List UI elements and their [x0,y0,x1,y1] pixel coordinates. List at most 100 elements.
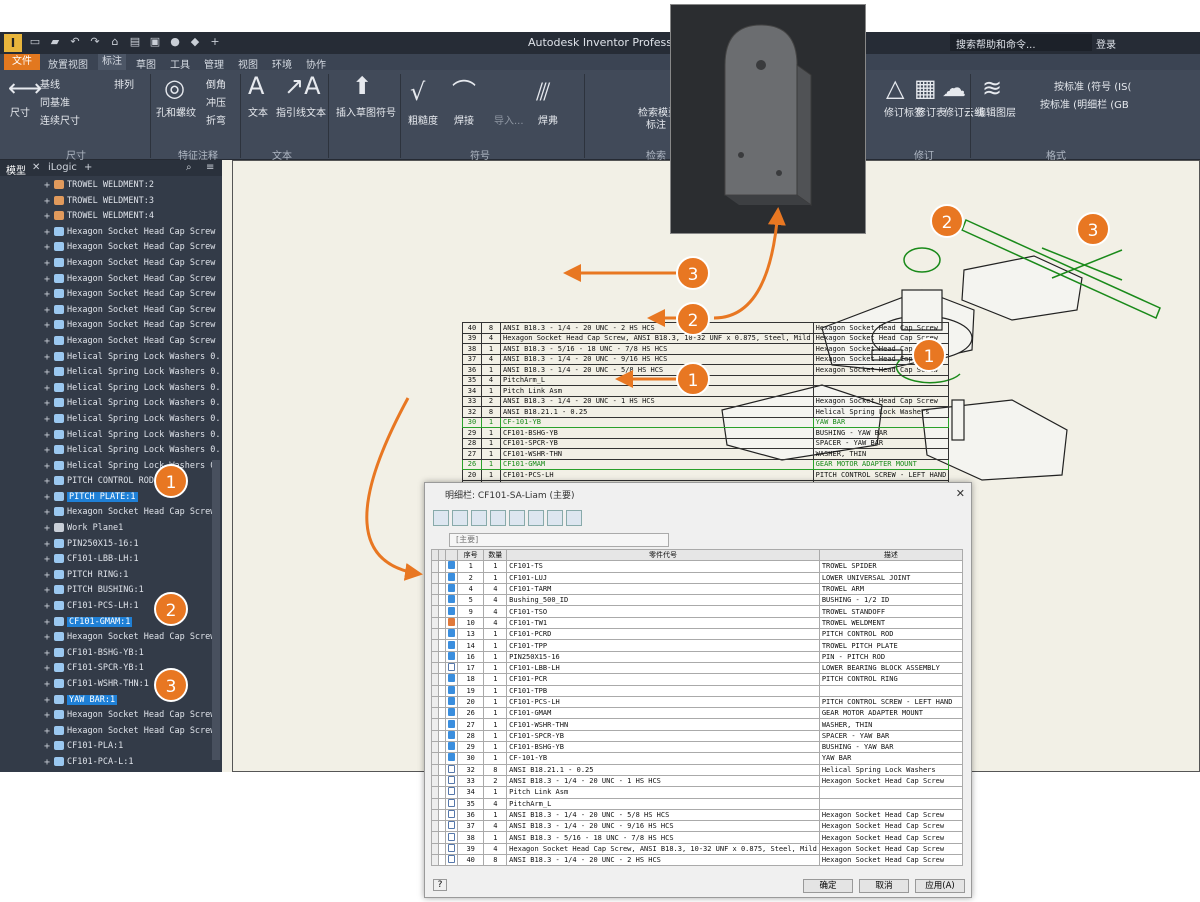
row-selector[interactable] [431,774,439,788]
hole-thread-icon[interactable]: ◎ [164,76,185,100]
grid-row[interactable]: 14 1 CF101-TPP TROWEL PITCH PLATE [431,639,964,652]
tab-tools[interactable]: 工具 [170,56,190,71]
tree-item[interactable]: + Hexagon Socket Head Cap Screw [0,505,215,521]
grid-cell[interactable]: 19 [456,684,485,697]
grid-cell[interactable]: CF101-PCS-LH [506,695,820,709]
expand-icon[interactable]: + [44,303,50,319]
tab-model[interactable]: 模型 [6,162,26,177]
inventor-logo-icon[interactable]: I [4,34,22,52]
row-selector[interactable] [431,605,439,618]
row-selector[interactable] [431,684,439,697]
expand-icon[interactable]: + [44,755,50,771]
grid-cell[interactable]: PitchArm_L [506,797,820,810]
grid-cell[interactable]: 9 [456,605,485,618]
row-selector[interactable] [431,582,439,596]
grid-header-cell[interactable] [437,548,446,562]
expand-icon[interactable]: + [44,178,50,194]
row-selector[interactable] [431,752,439,765]
weld-icon[interactable]: ⌒ [452,80,476,104]
ordinate-button[interactable]: 同基准 [40,94,70,109]
grid-cell[interactable]: PIN - PITCH ROD [818,650,964,663]
tree-item[interactable]: + Hexagon Socket Head Cap Screw [0,225,215,241]
grid-header-cell[interactable]: 序号 [456,548,485,562]
grid-cell[interactable]: 10 [456,616,485,630]
grid-row[interactable]: 13 1 CF101-PCRD PITCH CONTROL ROD [431,628,964,641]
revision-cloud-icon[interactable]: ☁ [942,76,966,100]
chamfer-button[interactable]: 倒角 [206,76,226,91]
grid-row[interactable]: 16 1 PIN250X15-16 PIN - PITCH ROD [431,650,964,663]
expand-icon[interactable]: + [44,630,50,646]
grid-cell[interactable]: Hexagon Socket Head Cap Screw, ANSI B18.… [506,842,820,856]
appearance-icon[interactable]: ◆ [188,35,202,49]
tree-item[interactable]: + Helical Spring Lock Washers 0. [0,365,221,381]
revision-table-button[interactable]: 修订表 [916,104,946,119]
chain-dimension-button[interactable]: 连续尺寸 [40,112,80,127]
import-button[interactable]: 导入... [494,112,524,127]
grid-row[interactable]: 34 1 Pitch Link Asm [431,786,964,799]
grid-cell[interactable]: 4 [483,616,508,630]
expand-icon[interactable]: + [44,661,50,677]
grid-cell[interactable]: TROWEL PITCH PLATE [818,639,964,652]
tree-item[interactable]: + Helical Spring Lock Washers 0. [0,350,221,366]
grid-cell[interactable]: 36 [456,808,485,822]
grid-cell[interactable]: GEAR MOTOR ADAPTER MOUNT [818,707,964,720]
grid-cell[interactable]: ANSI B18.3 - 5/16 - 18 UNC - 7/8 HS HCS [506,831,820,844]
caterpillar-icon[interactable]: ⫻ [536,80,550,104]
insert-sketch-symbol-button[interactable]: 插入草图符号 [336,104,396,119]
grid-cell[interactable]: 29 [456,741,485,754]
expand-icon[interactable]: + [44,287,50,303]
grid-cell[interactable]: 1 [483,571,508,584]
menu-icon[interactable]: ≡ [206,162,214,173]
grid-cell[interactable]: 32 [456,763,485,776]
grid-cell[interactable]: LOWER BEARING BLOCK ASSEMBLY [818,661,964,675]
grid-cell[interactable]: 1 [483,808,508,822]
grid-cell[interactable]: 4 [483,582,508,596]
grid-cell[interactable]: 2 [483,774,508,788]
row-selector[interactable] [431,808,439,822]
tree-item[interactable]: + TROWEL WELDMENT:2 [0,178,210,194]
grid-row[interactable]: 19 1 CF101-TPB [431,684,964,697]
grid-cell[interactable]: ANSI B18.3 - 1/4 - 20 UNC - 1 HS HCS [506,774,820,788]
text-icon[interactable]: A [248,74,264,98]
tree-item[interactable]: + Hexagon Socket Head Cap Screw [0,630,215,646]
grid-cell[interactable]: 4 [483,820,508,833]
row-selector[interactable] [431,718,439,731]
grid-row[interactable]: 29 1 CF101-BSHG-YB BUSHING - YAW BAR [431,741,964,754]
expand-icon[interactable]: + [44,521,50,537]
row-selector[interactable] [431,820,439,833]
grid-cell[interactable]: Hexagon Socket Head Cap Screw [818,774,964,788]
row-selector[interactable] [431,842,439,856]
grid-cell[interactable]: PIN250X15-16 [506,650,820,663]
grid-row[interactable]: 32 8 ANSI B18.21.1 - 0.25 Helical Spring Lo… [431,763,964,776]
arrange-button[interactable]: 排列 [114,76,134,91]
tab-view[interactable]: 视图 [238,56,258,71]
text-button[interactable]: 文本 [248,104,268,119]
tab-collaborate[interactable]: 协作 [306,56,326,71]
grid-row[interactable]: 20 1 CF101-PCS-LH PITCH CONTROL SCREW - LEF… [431,695,964,709]
grid-row[interactable]: 10 4 CF101-TW1 TROWEL WELDMENT [431,616,964,630]
login-button[interactable]: 登录 [1096,36,1116,51]
expand-icon[interactable]: + [44,272,50,288]
row-selector[interactable] [431,571,439,584]
column-chooser-icon[interactable] [509,510,525,526]
expand-icon[interactable]: + [44,490,50,506]
tab-sketch[interactable]: 草图 [136,56,156,71]
row-selector[interactable] [431,661,439,675]
filter-icon[interactable] [452,510,468,526]
expand-icon[interactable]: + [44,350,50,366]
grid-row[interactable]: 38 1 ANSI B18.3 - 5/16 - 18 UNC - 7/8 HS H… [431,831,964,844]
leader-text-button[interactable]: 指引线文本 [276,104,326,119]
grid-cell[interactable]: ANSI B18.3 - 1/4 - 20 UNC - 9/16 HS HCS [506,820,820,833]
grid-cell[interactable]: 33 [456,774,485,788]
tree-item[interactable]: + Helical Spring Lock Washers 0. [0,381,221,397]
grid-cell[interactable]: Hexagon Socket Head Cap Screw [818,820,964,833]
grid-row[interactable]: 40 8 ANSI B18.3 - 1/4 - 20 UNC - 2 HS HCS H… [431,854,964,867]
grid-cell[interactable]: 1 [483,560,508,573]
grid-cell[interactable]: PITCH CONTROL SCREW - LEFT HAND [818,695,964,709]
row-selector[interactable] [431,707,439,720]
grid-cell[interactable]: PITCH CONTROL ROD [818,628,964,641]
tab-ilogic[interactable]: iLogic [48,162,77,173]
grid-cell[interactable]: CF101-GMAM [506,707,820,720]
partslist-style-dropdown[interactable]: 按标准 (明细栏 (GB [1040,96,1129,111]
grid-cell[interactable]: 2 [456,571,485,584]
